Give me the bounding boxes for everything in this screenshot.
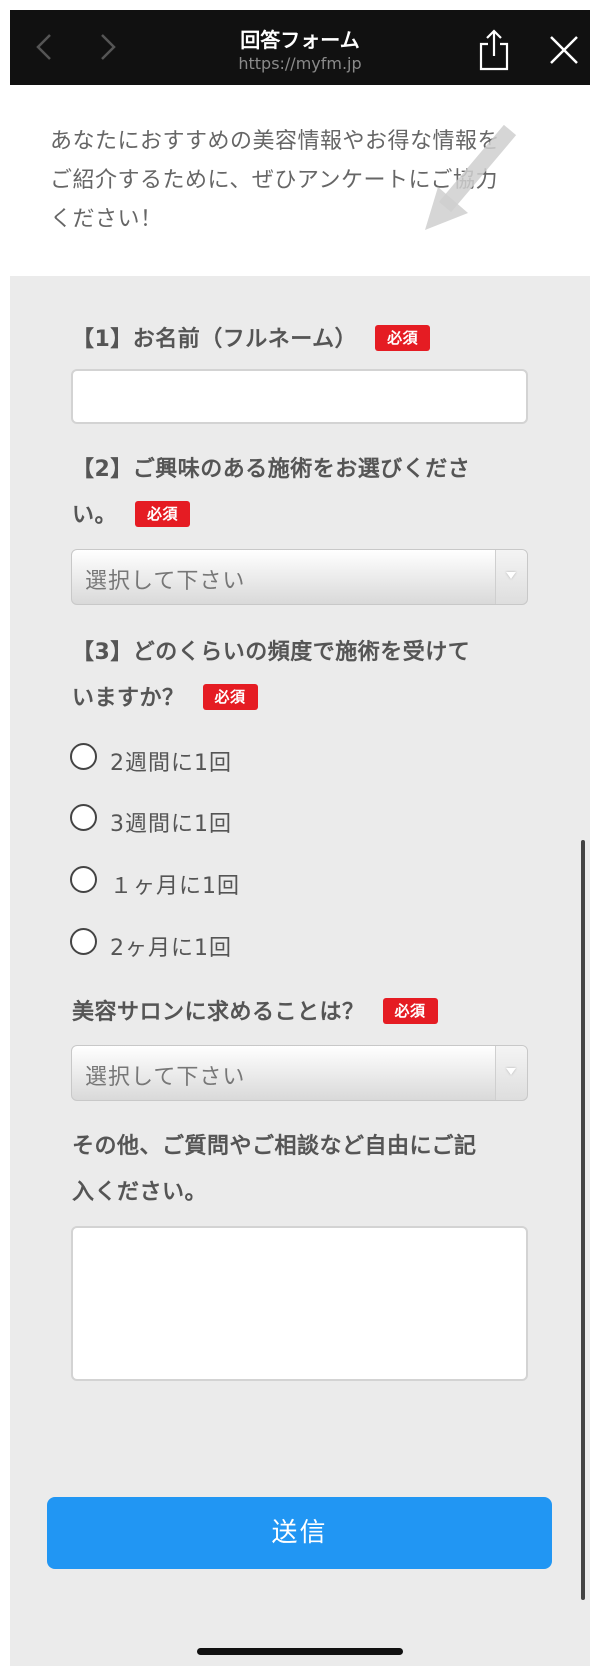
- question-2-label: 【2】ご興味のある施術をお選びくださ い。 必須: [72, 447, 532, 539]
- radio-label: 2ヶ月に1回: [110, 936, 232, 961]
- chevron-down-icon: [495, 550, 527, 604]
- radio-button[interactable]: [70, 743, 97, 770]
- submit-button[interactable]: 送信: [47, 1497, 552, 1569]
- select-value: 選択して下さい: [85, 569, 246, 594]
- down-left-arrow-icon: [425, 125, 517, 230]
- question-5-label: その他、ご質問やご相談など自由にご記 入ください。: [72, 1124, 532, 1216]
- question-4-text: 美容サロンに求めることは？: [72, 1000, 365, 1025]
- share-icon[interactable]: [477, 28, 511, 72]
- free-comment-textarea[interactable]: [71, 1226, 528, 1381]
- question-3-text: いますか？: [72, 686, 185, 711]
- question-5-text: その他、ご質問やご相談など自由にご記: [72, 1134, 477, 1159]
- radio-label: 2週間に1回: [110, 751, 232, 776]
- browser-nav-bar: 回答フォーム https://myfm.jp: [10, 10, 590, 85]
- close-icon[interactable]: [548, 34, 580, 66]
- salon-expectation-select[interactable]: 選択して下さい: [71, 1045, 528, 1101]
- required-badge: 必須: [202, 684, 258, 710]
- required-badge: 必須: [382, 998, 438, 1024]
- treatment-select[interactable]: 選択して下さい: [71, 549, 528, 605]
- question-1-text: 【1】お名前（フルネーム）: [72, 327, 358, 352]
- question-3-text: 【3】どのくらいの頻度で施術を受けて: [72, 640, 471, 665]
- radio-label: 3週間に1回: [110, 812, 232, 837]
- full-name-input[interactable]: [71, 369, 528, 424]
- question-2-text: 【2】ご興味のある施術をお選びくださ: [72, 457, 471, 482]
- question-3-label: 【3】どのくらいの頻度で施術を受けて いますか？ 必須: [72, 630, 532, 722]
- required-badge: 必須: [135, 501, 191, 527]
- chevron-down-icon: [495, 1046, 527, 1100]
- select-value: 選択して下さい: [85, 1065, 246, 1090]
- question-2-text: い。: [72, 503, 118, 528]
- home-indicator: [197, 1648, 403, 1655]
- question-1-label: 【1】お名前（フルネーム） 必須: [72, 317, 532, 363]
- question-5-text: 入ください。: [72, 1180, 208, 1205]
- radio-button[interactable]: [70, 804, 97, 831]
- radio-label: １ヶ月に1回: [110, 874, 240, 899]
- radio-button[interactable]: [70, 866, 97, 893]
- radio-button[interactable]: [70, 928, 97, 955]
- required-badge: 必須: [375, 325, 431, 351]
- scrollbar[interactable]: [581, 840, 585, 1600]
- question-4-label: 美容サロンに求めることは？ 必須: [72, 990, 532, 1036]
